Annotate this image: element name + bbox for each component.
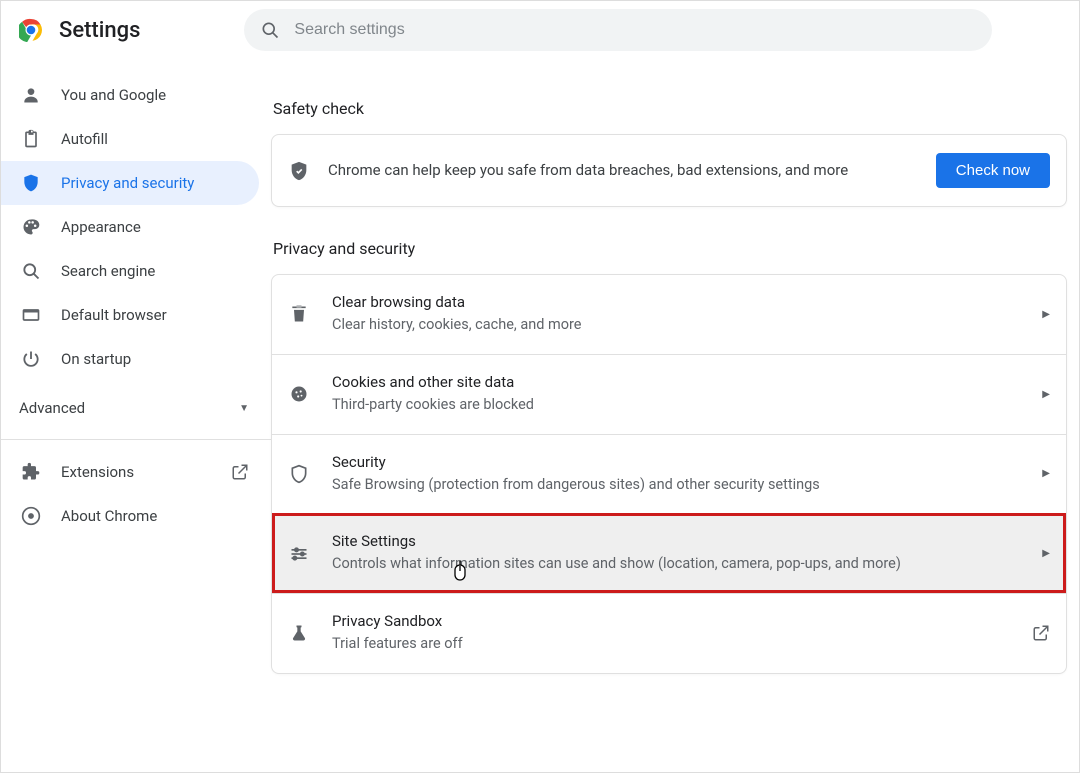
- advanced-label: Advanced: [19, 399, 85, 417]
- search-icon: [260, 20, 280, 40]
- row-subtitle: Clear history, cookies, cache, and more: [332, 314, 1032, 336]
- sidebar-item-label: Extensions: [61, 463, 134, 481]
- search-input[interactable]: [294, 21, 976, 39]
- sidebar-item-privacy-security[interactable]: Privacy and security: [1, 161, 259, 205]
- person-icon: [21, 85, 41, 105]
- chrome-logo-icon: [19, 18, 43, 42]
- chevron-right-icon: ▶: [1042, 389, 1050, 400]
- row-title: Security: [332, 453, 1032, 471]
- sidebar-item-label: Search engine: [61, 262, 155, 280]
- clipboard-icon: [21, 129, 41, 149]
- row-subtitle: Third-party cookies are blocked: [332, 394, 1032, 416]
- sidebar-item-extensions[interactable]: Extensions: [1, 450, 231, 494]
- open-external-icon: [231, 463, 249, 481]
- sidebar-advanced-toggle[interactable]: Advanced ▼: [1, 381, 271, 435]
- search-settings[interactable]: [244, 9, 992, 51]
- privacy-list: Clear browsing data Clear history, cooki…: [271, 274, 1067, 674]
- palette-icon: [21, 217, 41, 237]
- row-subtitle: Safe Browsing (protection from dangerous…: [332, 474, 1032, 496]
- row-title: Privacy Sandbox: [332, 612, 1032, 630]
- sidebar-item-you-and-google[interactable]: You and Google: [1, 73, 259, 117]
- check-now-button[interactable]: Check now: [936, 153, 1050, 188]
- safety-check-card: Chrome can help keep you safe from data …: [271, 134, 1067, 207]
- chevron-right-icon: ▶: [1042, 468, 1050, 479]
- sidebar-item-label: You and Google: [61, 86, 166, 104]
- row-site-settings[interactable]: Site Settings Controls what information …: [272, 513, 1066, 593]
- row-privacy-sandbox[interactable]: Privacy Sandbox Trial features are off: [272, 593, 1066, 673]
- puzzle-icon: [21, 462, 41, 482]
- row-security[interactable]: Security Safe Browsing (protection from …: [272, 434, 1066, 514]
- flask-icon: [288, 623, 310, 643]
- shield-icon: [288, 464, 310, 484]
- sidebar-item-autofill[interactable]: Autofill: [1, 117, 259, 161]
- sliders-icon: [288, 544, 310, 564]
- chevron-right-icon: ▶: [1042, 548, 1050, 559]
- sidebar-item-label: Autofill: [61, 130, 108, 148]
- privacy-heading: Privacy and security: [273, 239, 1067, 258]
- row-cookies[interactable]: Cookies and other site data Third-party …: [272, 354, 1066, 434]
- sidebar-item-about-chrome[interactable]: About Chrome: [1, 494, 259, 538]
- row-subtitle: Trial features are off: [332, 633, 1032, 655]
- chrome-icon: [21, 506, 41, 526]
- sidebar-item-on-startup[interactable]: On startup: [1, 337, 259, 381]
- sidebar-item-label: About Chrome: [61, 507, 157, 525]
- sidebar-item-label: On startup: [61, 350, 131, 368]
- sidebar-item-default-browser[interactable]: Default browser: [1, 293, 259, 337]
- sidebar-item-label: Default browser: [61, 306, 167, 324]
- sidebar-item-label: Privacy and security: [61, 174, 194, 192]
- row-clear-browsing-data[interactable]: Clear browsing data Clear history, cooki…: [272, 275, 1066, 354]
- sidebar-item-search-engine[interactable]: Search engine: [1, 249, 259, 293]
- safety-check-heading: Safety check: [273, 99, 1067, 118]
- row-title: Cookies and other site data: [332, 373, 1032, 391]
- power-icon: [21, 349, 41, 369]
- header: Settings: [1, 1, 1079, 59]
- main-content: Safety check Chrome can help keep you sa…: [271, 59, 1079, 674]
- row-title: Site Settings: [332, 532, 1032, 550]
- cookie-icon: [288, 384, 310, 404]
- trash-icon: [288, 304, 310, 324]
- shield-check-icon: [288, 160, 310, 182]
- shield-icon: [21, 173, 41, 193]
- sidebar: You and Google Autofill Privacy and secu…: [1, 59, 271, 674]
- chevron-right-icon: ▶: [1042, 309, 1050, 320]
- browser-icon: [21, 305, 41, 325]
- row-title: Clear browsing data: [332, 293, 1032, 311]
- divider: [1, 439, 271, 440]
- chevron-down-icon: ▼: [239, 403, 249, 414]
- sidebar-item-label: Appearance: [61, 218, 141, 236]
- open-external-icon: [1032, 624, 1050, 642]
- safety-text: Chrome can help keep you safe from data …: [328, 159, 936, 182]
- sidebar-item-appearance[interactable]: Appearance: [1, 205, 259, 249]
- row-subtitle: Controls what information sites can use …: [332, 553, 1032, 575]
- search-icon: [21, 261, 41, 281]
- page-title: Settings: [59, 18, 140, 43]
